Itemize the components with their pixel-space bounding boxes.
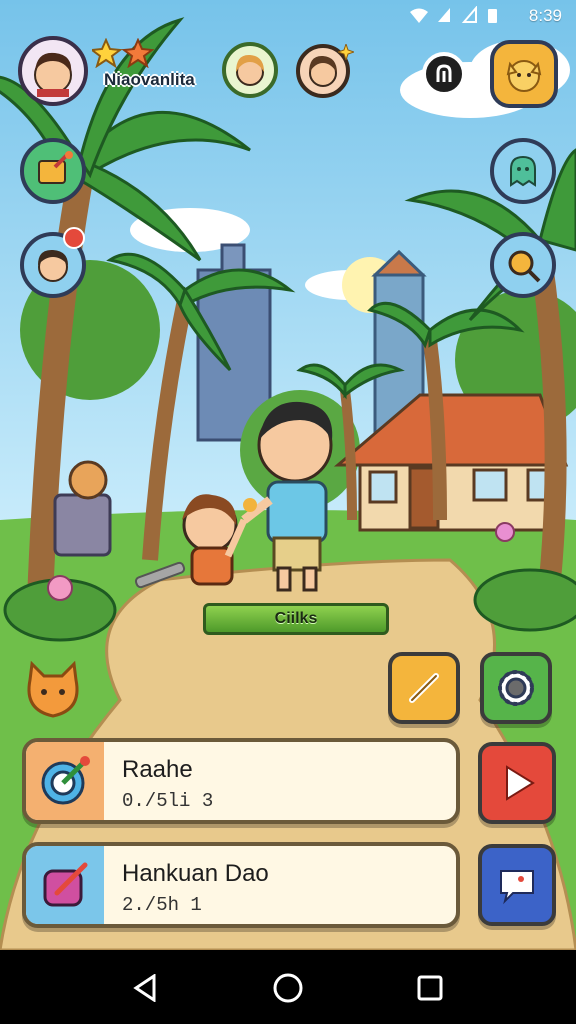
back-icon[interactable] <box>132 974 160 1002</box>
quest-button[interactable] <box>20 138 86 204</box>
card-subtitle: 0./5li 3 <box>122 790 214 812</box>
play-button[interactable] <box>478 742 556 824</box>
recents-icon[interactable] <box>416 974 444 1002</box>
sparkle-icon <box>338 44 354 60</box>
star-rating <box>92 38 154 68</box>
pet-button[interactable] <box>490 40 558 108</box>
quest-card-2[interactable]: Hankuan Dao 2./5h 1 <box>22 842 460 928</box>
chat-icon <box>500 870 534 905</box>
player-name: Niaovanlita <box>104 70 195 89</box>
card-subtitle: 2./5h 1 <box>122 894 202 916</box>
ghost-button[interactable] <box>490 138 556 204</box>
card-thumbnail <box>26 846 104 924</box>
settings-button[interactable] <box>480 652 552 724</box>
friend-avatar-icon <box>236 54 264 86</box>
search-icon <box>508 250 541 283</box>
friend-avatar-icon <box>309 55 337 87</box>
quest-board-icon <box>38 151 73 184</box>
status-bar: 8:39 <box>0 0 576 32</box>
link-button[interactable] <box>422 52 466 96</box>
chat-button[interactable] <box>478 844 556 926</box>
notification-badge <box>63 227 85 249</box>
card-thumbnail <box>26 742 104 820</box>
paint-icon <box>43 862 88 907</box>
system-navigation-bar <box>0 950 576 1024</box>
play-icon <box>506 765 535 801</box>
target-icon <box>41 756 90 805</box>
clock: 8:39 <box>528 6 562 25</box>
pencil-icon <box>409 673 439 703</box>
scene-action-button[interactable]: Ciilks <box>203 603 389 635</box>
ghost-icon <box>510 155 536 187</box>
profile-avatar[interactable] <box>18 36 88 106</box>
pet-icon <box>506 60 542 92</box>
friend-avatar-1[interactable] <box>222 42 278 98</box>
avatar <box>34 52 72 97</box>
card-title: Hankuan Dao <box>122 860 269 887</box>
link-icon <box>436 64 452 82</box>
edit-button[interactable] <box>388 652 460 724</box>
search-button[interactable] <box>490 232 556 298</box>
card-title: Raahe <box>122 756 193 783</box>
cat-icon[interactable] <box>22 660 84 720</box>
quest-card-1[interactable]: Raahe 0./5li 3 <box>22 738 460 824</box>
gear-icon <box>498 670 534 706</box>
home-icon[interactable] <box>272 972 304 1004</box>
status-icons <box>410 6 497 23</box>
